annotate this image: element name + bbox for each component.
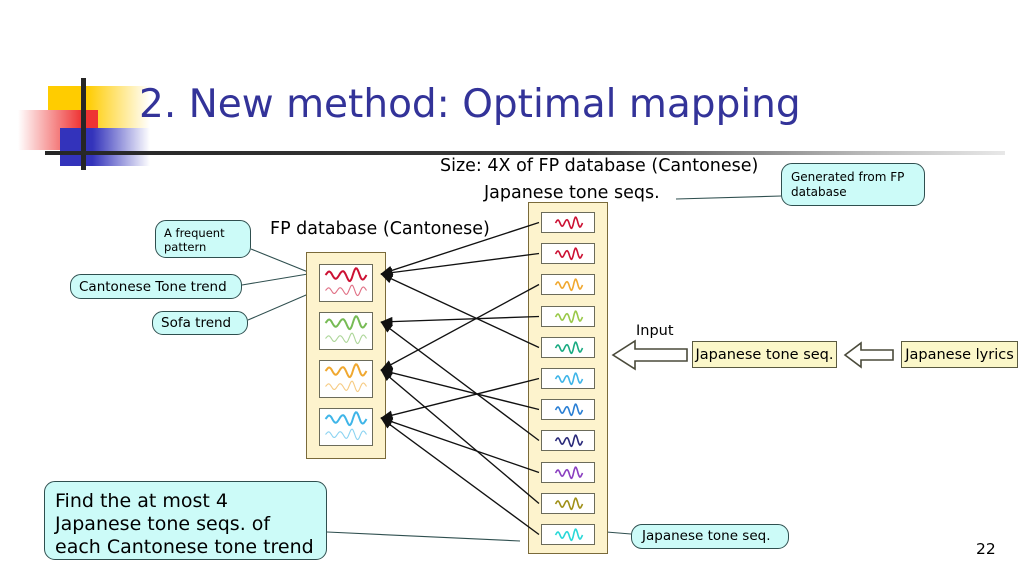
mapping-arrow xyxy=(380,417,540,536)
page-number: 22 xyxy=(976,540,996,558)
process-box-japanese-tone-seq: Japanese tone seq. xyxy=(692,341,837,368)
deco-blue-block xyxy=(60,128,150,166)
mapping-arrow xyxy=(380,377,540,420)
callout-frequent-line2: pattern xyxy=(164,240,207,255)
jp-cell-waveform xyxy=(542,213,594,230)
japanese-tone-seq-cell[interactable] xyxy=(541,337,595,358)
mapping-arrow xyxy=(380,369,540,505)
callout-frequent-line1: A frequent xyxy=(164,226,225,240)
callout-find-line3: each Cantonese tone trend xyxy=(55,536,314,559)
fp-database-cell[interactable] xyxy=(319,312,373,350)
fp-cell-waveforms xyxy=(320,409,372,441)
callout-generated-line1: Generated from FP xyxy=(791,170,905,184)
japanese-tone-seq-cell[interactable] xyxy=(541,524,595,545)
jp-cell-waveform xyxy=(542,307,594,324)
callout-sofa-trend: Sofa trend xyxy=(152,311,248,335)
mapping-arrow xyxy=(380,315,540,327)
japanese-tone-seq-cell[interactable] xyxy=(541,212,595,233)
fp-cell-waveforms xyxy=(320,265,372,297)
japanese-tone-seq-cell[interactable] xyxy=(541,306,595,327)
mapping-arrow xyxy=(380,368,540,411)
callout-find-at-most-4: Find the at most 4 Japanese tone seqs. o… xyxy=(44,481,327,560)
deco-vertical-line xyxy=(81,78,86,170)
japanese-tone-seq-cell[interactable] xyxy=(541,430,595,451)
jp-cell-waveform xyxy=(542,244,594,261)
jp-cell-waveform xyxy=(542,525,594,542)
mapping-arrow xyxy=(380,321,540,442)
jp-cell-waveform xyxy=(542,463,594,480)
slide-canvas: 2. New method: Optimal mapping Size: 4X … xyxy=(0,0,1024,576)
fp-cell-waveforms xyxy=(320,361,372,393)
fp-database-cell[interactable] xyxy=(319,360,373,398)
fp-database-cell[interactable] xyxy=(319,264,373,302)
callout-cantonese-tone-trend: Cantonese Tone trend xyxy=(70,274,242,299)
jp-cell-waveform xyxy=(542,369,594,386)
callout-generated-line2: database xyxy=(791,184,847,199)
japanese-tone-seq-cell[interactable] xyxy=(541,274,595,295)
callout-japanese-tone-seq-bottom: Japanese tone seq. xyxy=(631,524,789,549)
callout-generated-from-fp-database: Generated from FP database xyxy=(781,163,925,206)
japanese-tone-seq-cell[interactable] xyxy=(541,243,595,264)
fp-cell-waveforms xyxy=(320,313,372,345)
mapping-arrow xyxy=(380,273,540,349)
japanese-tone-seqs-column-label: Japanese tone seqs. xyxy=(484,183,660,203)
mapping-arrow xyxy=(380,417,540,474)
lyrics-to-tone-seq-block-arrow-icon xyxy=(843,341,894,369)
process-box-japanese-lyrics: Japanese lyrics xyxy=(901,341,1018,368)
callout-find-line2: Japanese tone seqs. of xyxy=(55,513,271,536)
japanese-tone-seq-cell[interactable] xyxy=(541,493,595,514)
jp-cell-waveform xyxy=(542,275,594,292)
page-title: 2. New method: Optimal mapping xyxy=(139,82,801,127)
japanese-tone-seq-cell[interactable] xyxy=(541,368,595,389)
jp-cell-waveform xyxy=(542,338,594,355)
callout-a-frequent-pattern: A frequent pattern xyxy=(155,220,251,258)
mapping-arrow xyxy=(380,252,540,278)
callout-find-line1: Find the at most 4 xyxy=(55,490,228,512)
jp-cell-waveform xyxy=(542,400,594,417)
input-block-arrow-icon xyxy=(611,339,688,371)
jp-cell-waveform xyxy=(542,494,594,511)
title-decoration-logo xyxy=(18,78,150,170)
size-annotation-label: Size: 4X of FP database (Cantonese) xyxy=(440,156,759,176)
mapping-arrow xyxy=(380,283,540,371)
fp-database-column-label: FP database (Cantonese) xyxy=(270,219,490,239)
japanese-tone-seq-cell[interactable] xyxy=(541,399,595,420)
fp-database-cell[interactable] xyxy=(319,408,373,446)
title-horizontal-rule xyxy=(45,151,1005,155)
jp-cell-waveform xyxy=(542,431,594,448)
japanese-tone-seq-cell[interactable] xyxy=(541,462,595,483)
